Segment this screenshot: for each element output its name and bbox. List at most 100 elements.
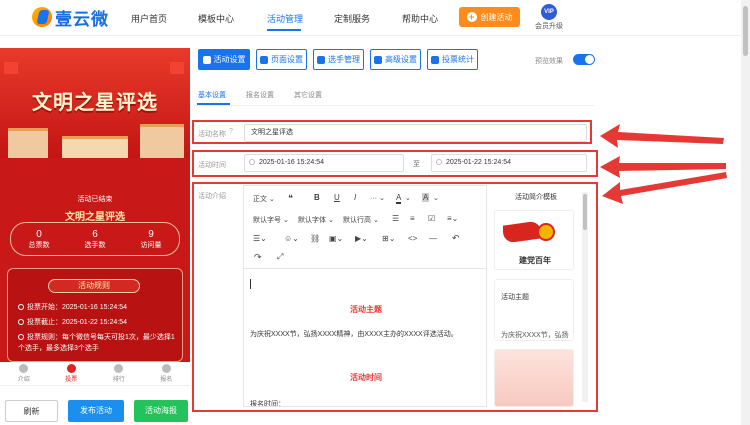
template-card-text: 建党百年: [519, 256, 551, 265]
stat-value: 0: [36, 228, 42, 240]
numbered-list-icon[interactable]: ≡: [410, 214, 415, 223]
template-scrollbar-thumb[interactable]: [583, 194, 587, 230]
checklist-icon[interactable]: ☑: [428, 214, 435, 223]
bg-color-icon[interactable]: A: [422, 193, 430, 202]
nav-item-help[interactable]: 帮助中心: [402, 12, 438, 25]
subtab-signup[interactable]: 报名设置: [246, 90, 274, 100]
activity-name-input[interactable]: 文明之星评选: [244, 124, 587, 142]
emblem-icon: [537, 223, 555, 241]
end-time-input[interactable]: 2025-01-22 15:24:54: [431, 154, 587, 172]
poster-building: [8, 128, 48, 158]
subtab-divider: [194, 105, 594, 106]
code-icon[interactable]: <>: [408, 234, 417, 243]
nav-item-templates[interactable]: 模板中心: [198, 12, 234, 25]
help-icon[interactable]: ?: [229, 128, 233, 135]
activity-title: 文明之星评选: [65, 212, 125, 223]
vip-upgrade[interactable]: VIP 会员升级: [534, 4, 564, 31]
tab-vote[interactable]: 投票: [56, 362, 86, 385]
poster-button[interactable]: 活动海报: [134, 400, 188, 422]
video-icon[interactable]: ▶⌄: [355, 234, 368, 243]
more-icon[interactable]: ··· ⌄: [370, 194, 385, 202]
tab-signup[interactable]: 报名: [151, 362, 181, 385]
rules-title: 活动规则: [48, 279, 140, 293]
bold-icon[interactable]: B: [314, 193, 320, 202]
tab-ranking[interactable]: 排行: [104, 362, 134, 385]
undo-icon[interactable]: ↶: [452, 233, 460, 244]
brand-name: 壹云微: [55, 9, 109, 29]
create-activity-button[interactable]: + 创建活动: [459, 7, 520, 27]
activity-settings-button[interactable]: 活动设置: [198, 49, 250, 70]
template-card-title: 活动主题: [501, 294, 529, 301]
page-scrollbar[interactable]: [741, 0, 750, 425]
font-family-select[interactable]: 默认字体 ⌄: [298, 215, 334, 225]
divider-icon[interactable]: —: [429, 234, 437, 243]
chevron-down-icon[interactable]: ⌄: [405, 194, 411, 202]
subtab-basic[interactable]: 基本设置: [198, 90, 226, 100]
subtab-other[interactable]: 其它设置: [294, 90, 322, 100]
preview-effect-toggle[interactable]: [573, 54, 595, 65]
template-card[interactable]: 建党百年: [494, 210, 574, 270]
nav-item-custom-service[interactable]: 定制服务: [334, 12, 370, 25]
advanced-settings-button[interactable]: 高级设置: [370, 49, 421, 70]
page-settings-button[interactable]: 页面设置: [256, 49, 307, 70]
bullet-list-icon[interactable]: ☰: [392, 214, 399, 223]
bar-chart-icon: [431, 55, 439, 64]
font-color-icon[interactable]: A: [396, 193, 402, 204]
arrow-icon: [602, 172, 727, 204]
stat-total-votes: 0 总票数: [29, 229, 50, 250]
content-heading: 活动主题: [350, 305, 382, 314]
sliders-icon: [374, 55, 382, 64]
to-separator: 至: [413, 161, 420, 168]
image-icon[interactable]: ▣⌄: [329, 234, 343, 243]
quote-icon[interactable]: ❝: [288, 193, 293, 204]
mobile-preview[interactable]: 文明之星评选 文明之星评选 活动已结束 0 总票数 6 选手数 9 访问量 活动…: [0, 48, 190, 362]
rule-item: 投票截止：2025-01-22 15:24:54: [18, 317, 178, 328]
logo-icon: [32, 7, 52, 27]
stat-value: 6: [92, 228, 98, 240]
align-icon[interactable]: ≡⌄: [447, 214, 458, 223]
poster-building: [140, 124, 184, 158]
page-scrollbar-thumb[interactable]: [743, 6, 748, 56]
content-paragraph: 为庆祝XXXX节，弘扬XXXX精神，由XXXX主办的XXXX评选活动。: [250, 331, 458, 338]
template-scrollbar[interactable]: [582, 192, 588, 402]
publish-button[interactable]: 发布活动: [68, 400, 124, 422]
start-time-input[interactable]: 2025-01-16 15:24:54: [244, 154, 404, 172]
contestant-manage-button[interactable]: 选手管理: [313, 49, 364, 70]
refresh-button[interactable]: 刷新: [5, 400, 58, 422]
users-icon: [317, 55, 325, 64]
stat-visits: 9 访问量: [141, 229, 162, 250]
content-paragraph: 报名时间：: [250, 401, 285, 407]
activity-intro-label: 活动介绍: [198, 193, 226, 200]
intro-template-panel: 活动简介模板 建党百年 活动主题 为庆祝XXXX节，弘扬: [490, 185, 588, 407]
template-card[interactable]: [494, 349, 574, 407]
table-icon[interactable]: ⊞⌄: [382, 234, 395, 243]
underline-icon[interactable]: U: [334, 193, 340, 202]
activity-time-label: 活动时间: [198, 162, 226, 169]
template-card[interactable]: 活动主题 为庆祝XXXX节，弘扬: [494, 279, 574, 341]
clock-icon: [18, 304, 24, 310]
vip-badge-icon: VIP: [541, 4, 557, 20]
nav-item-activity-manage[interactable]: 活动管理: [267, 12, 303, 25]
indent-icon[interactable]: ☰⌄: [253, 234, 267, 243]
tab-intro[interactable]: 介绍: [9, 362, 39, 385]
font-size-select[interactable]: 默认字号 ⌄: [253, 215, 289, 225]
line-height-select[interactable]: 默认行高 ⌄: [343, 215, 379, 225]
vote-icon: [66, 364, 76, 373]
page-icon: [260, 55, 268, 64]
vote-stats-button[interactable]: 投票统计: [427, 49, 478, 70]
brand-logo[interactable]: 壹云微: [32, 6, 109, 29]
flag-icon: [503, 220, 541, 244]
poster-title: 文明之星评选: [32, 92, 158, 114]
italic-icon[interactable]: I: [354, 193, 356, 202]
link-icon[interactable]: ⛓: [310, 234, 320, 243]
chevron-down-icon[interactable]: ⌄: [433, 194, 439, 202]
paragraph-style-select[interactable]: 正文 ⌄: [253, 194, 275, 204]
activity-status: 活动已结束: [77, 196, 113, 203]
redo-icon[interactable]: ↷: [254, 252, 262, 263]
editor-content[interactable]: 活动主题 为庆祝XXXX节，弘扬XXXX精神，由XXXX主办的XXXX评选活动。…: [244, 268, 486, 407]
emoji-icon[interactable]: ☺⌄: [284, 234, 299, 243]
rich-text-editor[interactable]: 正文 ⌄ ❝ B U I ··· ⌄ A ⌄ A ⌄ 默认字号 ⌄ 默认字体 ⌄…: [243, 185, 487, 407]
nav-item-home[interactable]: 用户首页: [131, 12, 167, 25]
fullscreen-icon[interactable]: ⤢: [277, 252, 283, 262]
top-nav-bar: 壹云微 用户首页 模板中心 活动管理 定制服务 帮助中心 + 创建活动 VIP …: [0, 0, 750, 36]
